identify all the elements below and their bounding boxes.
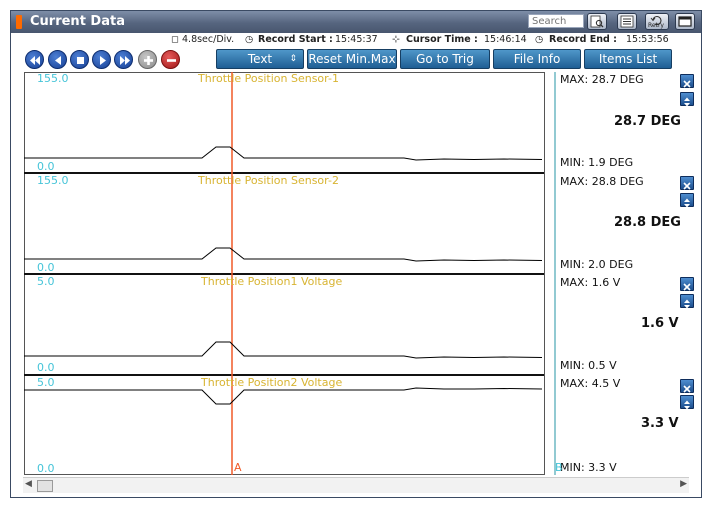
next-icon[interactable]	[92, 50, 111, 69]
last-icon[interactable]	[114, 50, 133, 69]
cursor-time-value: 15:46:14	[484, 34, 527, 45]
close-icon[interactable]	[680, 74, 694, 88]
cursor-time-label: Cursor Time :	[406, 34, 478, 45]
title-bar: Current Data Retry	[11, 11, 701, 33]
min-label: MIN: 0.5 V	[560, 359, 617, 372]
min-label: MIN: 1.9 DEG	[560, 156, 634, 169]
min-value: 3.3 V	[588, 461, 617, 474]
current-value: 28.8 DEG	[614, 215, 681, 230]
data-trace	[24, 341, 543, 359]
max-label: MAX: 1.6 V	[560, 276, 621, 289]
zoom-out-icon[interactable]	[161, 50, 180, 69]
panel-title: Throttle Position Sensor-2	[198, 174, 339, 187]
ymin-label: 0.0	[37, 361, 55, 374]
display-mode-value: Text	[247, 52, 273, 66]
max-value: 1.6 V	[591, 276, 621, 289]
search-doc-icon[interactable]	[587, 13, 607, 30]
display-mode-select[interactable]: Text ⇕	[216, 49, 304, 69]
data-trace	[24, 387, 543, 405]
cursor-a-label: A	[234, 461, 242, 474]
ymin-label: 0.0	[37, 160, 55, 173]
record-end-value: 15:53:56	[626, 34, 669, 45]
ymax-label: 5.0	[37, 275, 55, 288]
scroll-left-icon[interactable]: ◀	[25, 479, 32, 489]
current-value: 1.6 V	[641, 316, 679, 331]
previous-icon[interactable]	[48, 50, 67, 69]
scroll-thumb[interactable]	[37, 480, 53, 492]
graph-canvas	[24, 72, 556, 475]
record-start-label: Record Start :	[258, 34, 333, 45]
file-info-button[interactable]: File Info	[493, 49, 581, 69]
move-icon[interactable]	[680, 92, 694, 107]
window-mode-icon[interactable]	[675, 13, 695, 30]
current-value: 3.3 V	[641, 416, 679, 431]
reset-min-max-button[interactable]: Reset Min.Max	[307, 49, 397, 69]
data-trace	[24, 146, 543, 161]
clock-icon: ◷	[245, 34, 254, 45]
min-label: MIN: 3.3 V	[560, 461, 617, 474]
close-icon[interactable]	[680, 176, 694, 190]
ymax-label: 5.0	[37, 376, 55, 389]
items-list-button[interactable]: Items List	[584, 49, 672, 69]
panel-title: Throttle Position1 Voltage	[201, 275, 343, 288]
clock-icon: ◷	[535, 34, 544, 45]
data-trace	[24, 247, 543, 262]
min-value: 1.9 DEG	[588, 156, 634, 169]
first-icon[interactable]	[25, 50, 44, 69]
panel-title: Throttle Position Sensor-1	[198, 72, 339, 85]
max-value: 28.7 DEG	[591, 73, 644, 86]
min-value: 0.5 V	[588, 359, 617, 372]
move-icon[interactable]	[680, 193, 694, 208]
move-icon[interactable]	[680, 395, 694, 410]
current-value: 28.7 DEG	[614, 114, 681, 129]
crosshair-icon: ⊹	[392, 34, 400, 45]
ymax-label: 155.0	[37, 72, 69, 85]
record-start-value: 15:45:37	[335, 34, 378, 45]
window-grip-icon	[16, 15, 22, 29]
max-value: 28.8 DEG	[591, 175, 644, 188]
list-view-icon[interactable]	[617, 13, 637, 30]
updown-icon: ⇕	[289, 54, 297, 64]
scale-icon: ◻	[171, 34, 179, 45]
max-label: MAX: 28.7 DEG	[560, 73, 644, 86]
min-value: 2.0 DEG	[588, 258, 634, 271]
ymax-label: 155.0	[37, 174, 69, 187]
horizontal-scrollbar[interactable]: ◀ ▶	[23, 477, 689, 493]
window-title: Current Data	[30, 14, 125, 29]
scroll-right-icon[interactable]: ▶	[680, 479, 687, 489]
retry-icon[interactable]: Retry	[645, 13, 669, 30]
close-icon[interactable]	[680, 277, 694, 291]
panel-title: Throttle Position2 Voltage	[201, 376, 343, 389]
zoom-in-icon[interactable]	[138, 50, 157, 69]
move-icon[interactable]	[680, 294, 694, 309]
min-label: MIN: 2.0 DEG	[560, 258, 634, 271]
toolbar: Text ⇕ Reset Min.Max Go to Trig File Inf…	[11, 48, 701, 72]
record-end-label: Record End :	[549, 34, 617, 45]
ymin-label: 0.0	[37, 462, 55, 475]
close-icon[interactable]	[680, 379, 694, 393]
retry-label: Retry	[648, 22, 664, 29]
ymin-label: 0.0	[37, 261, 55, 274]
cursor-b-label: B	[555, 461, 563, 474]
record-info-bar: ◻ 4.8sec/Div. ◷ Record Start : 15:45:37 …	[11, 33, 701, 47]
max-value: 4.5 V	[591, 377, 621, 390]
current-data-window: Current Data Retry ◻ 4.8sec/Div. ◷ Recor…	[10, 10, 702, 498]
time-scale: 4.8sec/Div.	[182, 34, 235, 45]
max-label: MAX: 4.5 V	[560, 377, 621, 390]
max-label: MAX: 28.8 DEG	[560, 175, 644, 188]
search-input[interactable]	[528, 14, 584, 28]
graph-area: 155.0 0.0 Throttle Position Sensor-1 MAX…	[24, 72, 694, 475]
stop-icon[interactable]	[70, 50, 89, 69]
go-to-trig-button[interactable]: Go to Trig	[400, 49, 490, 69]
